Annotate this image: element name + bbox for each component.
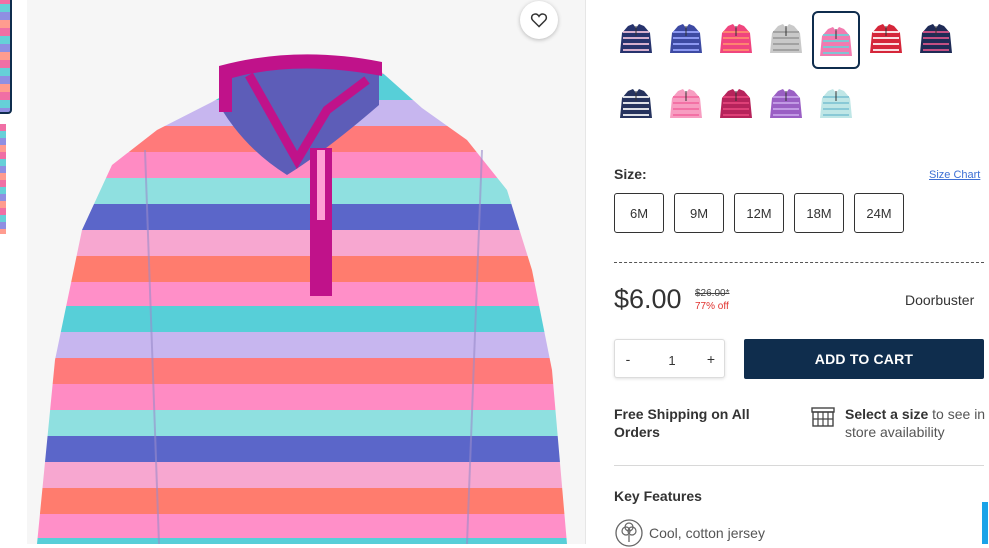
section-divider (614, 465, 984, 466)
thumbnail-rail (0, 0, 12, 544)
size-chart-link[interactable]: Size Chart (929, 169, 980, 181)
color-swatch[interactable] (814, 80, 858, 124)
feature-item: Cool, cotton jersey (649, 525, 765, 541)
thumbnail-2[interactable] (0, 124, 6, 234)
swatch-navy-unicorn-icon (620, 24, 652, 53)
color-swatch[interactable] (864, 15, 908, 59)
swatch-red-fairisle-icon (870, 24, 902, 53)
quantity-decrease-button[interactable]: - (617, 348, 639, 370)
color-swatch[interactable] (614, 15, 658, 59)
current-price: $6.00 (614, 284, 682, 314)
swatch-gray-heart-icon (770, 24, 802, 53)
add-to-cart-button[interactable]: ADD TO CART (744, 339, 984, 379)
heart-icon (530, 13, 548, 28)
size-option-12m[interactable]: 12M (734, 193, 784, 233)
swatch-rainbow-stripe-icon (820, 27, 852, 56)
color-swatch[interactable] (664, 15, 708, 59)
size-option-24m[interactable]: 24M (854, 193, 904, 233)
color-swatch[interactable] (614, 80, 658, 124)
swatch-navy-print-icon (670, 24, 702, 53)
store-icon (811, 407, 835, 427)
color-swatch[interactable] (764, 15, 808, 59)
swatch-navy-dot-icon (920, 24, 952, 53)
quantity-increase-button[interactable]: + (700, 348, 722, 370)
color-swatch-selected[interactable] (812, 11, 860, 69)
dashed-divider (614, 262, 984, 263)
thumbnail-selected[interactable] (0, 0, 12, 114)
color-swatch[interactable] (664, 80, 708, 124)
store-availability: Select a size to see in store availabili… (845, 405, 989, 441)
select-size-link[interactable]: Select a size (845, 406, 928, 422)
swatch-light-pink-icon (670, 89, 702, 118)
swatch-pink-colorblock-icon (720, 24, 752, 53)
discount-label: 77% off (695, 301, 729, 312)
product-image (27, 0, 585, 544)
swatch-navy-stripe-icon (620, 89, 652, 118)
free-shipping-text: Free Shipping on All Orders (614, 406, 750, 440)
color-swatch[interactable] (714, 15, 758, 59)
product-image-sweater (37, 54, 567, 544)
size-option-9m[interactable]: 9M (674, 193, 724, 233)
swatch-mint-print-icon (820, 89, 852, 118)
size-option-6m[interactable]: 6M (614, 193, 664, 233)
doorbuster-badge: Doorbuster (905, 292, 975, 308)
swatch-berry-heart-icon (720, 89, 752, 118)
original-price: $26.00* (695, 288, 730, 299)
size-label: Size: (614, 166, 647, 182)
color-swatch[interactable] (914, 15, 958, 59)
size-option-18m[interactable]: 18M (794, 193, 844, 233)
color-swatch[interactable] (764, 80, 808, 124)
color-swatch[interactable] (714, 80, 758, 124)
quantity-stepper: - + (614, 339, 725, 378)
swatch-purple-colorblock-icon (770, 89, 802, 118)
key-features-heading: Key Features (614, 488, 702, 504)
quantity-input[interactable] (650, 348, 694, 372)
scroll-indicator[interactable] (982, 502, 988, 544)
panel-divider (585, 0, 586, 544)
favorite-button[interactable] (520, 1, 558, 39)
